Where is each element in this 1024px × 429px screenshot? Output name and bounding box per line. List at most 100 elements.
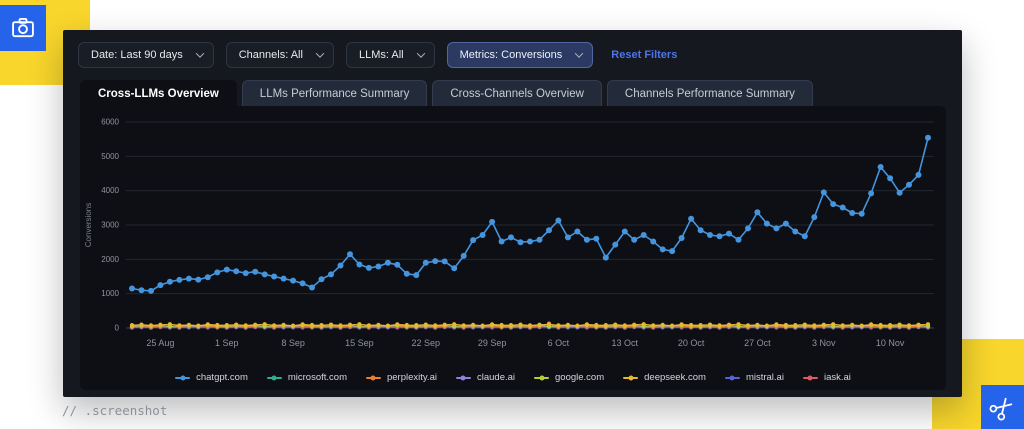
data-point	[764, 323, 770, 328]
filter-label: Metrics: Conversions	[459, 49, 563, 61]
conversions-line-chart: 0 1000 2000 3000 4000 5000 6000 Conversions 25 A…	[84, 118, 934, 348]
x-axis-tick-label: 29 Sep	[478, 338, 507, 348]
data-point	[138, 287, 145, 294]
data-point	[357, 322, 362, 327]
screenshot-camera-badge	[0, 5, 46, 51]
legend-item-iask-ai[interactable]: iask.ai	[802, 372, 851, 383]
data-point	[403, 270, 410, 277]
data-point	[281, 322, 286, 327]
data-point	[280, 275, 287, 282]
data-point	[669, 248, 676, 255]
data-point	[840, 323, 845, 328]
data-point	[602, 254, 609, 261]
dashboard-panel: Date: Last 90 days Channels: All LLMs: All…	[63, 30, 962, 397]
legend-item-claude-ai[interactable]: claude.ai	[455, 372, 515, 383]
data-point	[470, 237, 477, 244]
legend-marker-icon	[266, 375, 282, 380]
data-point	[272, 323, 277, 328]
data-point	[612, 241, 619, 248]
data-point	[555, 217, 562, 224]
data-point	[773, 225, 780, 232]
data-point	[689, 322, 694, 328]
filter-channels-dropdown[interactable]: Channels: All	[225, 42, 334, 68]
data-point	[508, 323, 514, 328]
data-point	[375, 263, 382, 270]
data-point	[820, 189, 827, 196]
data-point	[309, 284, 315, 291]
filter-metrics-dropdown[interactable]: Metrics: Conversions	[446, 42, 594, 68]
data-point	[679, 322, 684, 327]
screenshot-scissors-badge	[981, 385, 1024, 429]
data-point	[736, 322, 741, 327]
data-point	[802, 322, 807, 327]
legend-item-chatgpt-com[interactable]: chatgpt.com	[175, 372, 248, 383]
data-point	[839, 204, 846, 211]
data-point	[480, 323, 485, 328]
data-point	[518, 322, 523, 327]
filter-date-dropdown[interactable]: Date: Last 90 days	[78, 42, 214, 68]
camera-icon	[12, 17, 34, 38]
legend-marker-icon	[802, 375, 818, 380]
data-point	[564, 234, 571, 241]
data-point	[650, 238, 657, 245]
data-point	[859, 323, 864, 328]
data-point	[252, 268, 259, 275]
data-point	[906, 323, 912, 328]
chevron-down-icon	[416, 49, 425, 58]
x-axis-tick-label: 3 Nov	[812, 338, 836, 348]
tab-cross-llms-overview[interactable]: Cross-LLMs Overview	[80, 80, 237, 108]
data-point	[811, 214, 818, 221]
x-axis-tick-label: 8 Sep	[281, 338, 305, 348]
data-point	[754, 209, 761, 216]
legend-item-deepseek-com[interactable]: deepseek.com	[623, 372, 706, 383]
data-point	[223, 266, 230, 273]
data-point	[433, 323, 438, 328]
data-point	[432, 258, 439, 265]
legend-label: chatgpt.com	[196, 372, 248, 383]
data-point	[915, 171, 922, 178]
data-point	[441, 258, 448, 265]
tab-cross-channels-overview[interactable]: Cross-Channels Overview	[432, 80, 602, 108]
data-point	[234, 322, 239, 327]
filter-label: Date: Last 90 days	[91, 49, 183, 61]
data-point	[726, 230, 732, 237]
data-point	[309, 322, 315, 328]
data-point	[461, 323, 466, 328]
tab-llms-performance-summary[interactable]: LLMs Performance Summary	[241, 80, 428, 108]
data-point	[593, 235, 600, 242]
data-point	[262, 322, 267, 327]
data-point	[271, 273, 278, 280]
legend-item-google-com[interactable]: google.com	[534, 372, 604, 383]
data-point	[783, 322, 789, 328]
data-point	[556, 323, 561, 328]
data-point	[925, 134, 931, 141]
data-point	[546, 322, 552, 327]
data-point	[745, 225, 751, 232]
data-point	[195, 276, 202, 283]
filter-label: Channels: All	[238, 49, 303, 61]
legend-item-microsoft-com[interactable]: microsoft.com	[266, 372, 347, 383]
legend-marker-icon	[175, 375, 191, 380]
data-point	[916, 322, 921, 327]
reset-filters-link[interactable]: Reset Filters	[611, 49, 677, 61]
data-point	[631, 236, 638, 243]
data-point	[763, 220, 770, 227]
data-point	[489, 218, 496, 225]
data-point	[707, 232, 713, 238]
legend-label: perplexity.ai	[386, 372, 437, 383]
filter-llms-dropdown[interactable]: LLMs: All	[345, 42, 435, 68]
legend-label: mistral.ai	[745, 372, 784, 383]
legend-label: google.com	[555, 372, 605, 383]
data-point	[678, 235, 685, 241]
data-point	[640, 232, 647, 238]
legend-item-mistral-ai[interactable]: mistral.ai	[724, 372, 784, 383]
data-point	[318, 276, 325, 283]
data-point	[697, 227, 704, 234]
data-point	[451, 265, 458, 272]
legend-item-perplexity-ai[interactable]: perplexity.ai	[365, 372, 437, 383]
data-point	[233, 268, 240, 275]
data-point	[745, 323, 751, 328]
tab-channels-performance-summary[interactable]: Channels Performance Summary	[606, 80, 813, 108]
data-point	[471, 322, 476, 327]
data-point	[575, 323, 580, 328]
